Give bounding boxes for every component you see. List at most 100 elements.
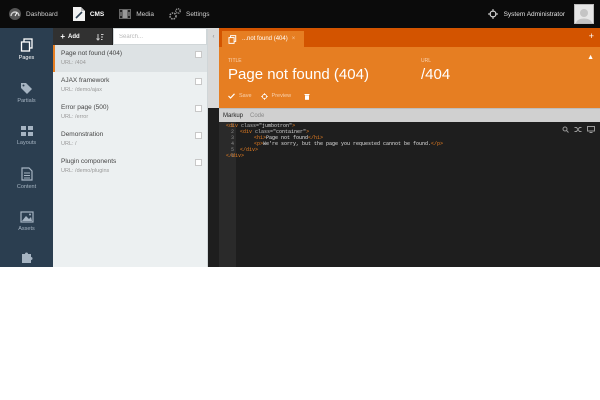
- preview-button[interactable]: Preview: [260, 92, 292, 100]
- nav-media[interactable]: Media: [118, 8, 154, 20]
- editor-tools: [557, 126, 595, 133]
- nav-media-label: Media: [136, 10, 154, 18]
- code-line: </div>: [226, 153, 245, 159]
- backend-app: Dashboard CMS Media Settings System Admi…: [0, 0, 600, 267]
- list-item[interactable]: Page not found (404) URL: /404: [53, 45, 207, 72]
- chevron-left-icon: ‹: [212, 34, 215, 40]
- code-line: <p>We're sorry, but the page you request…: [254, 141, 444, 147]
- page-title: AJAX framework: [61, 77, 110, 84]
- gear-icon: [168, 7, 182, 21]
- page-title: Page not found (404): [61, 50, 123, 57]
- list-toolbar: + Add: [53, 28, 207, 45]
- sidebar-item-assets[interactable]: Assets: [0, 200, 53, 243]
- page-actions: Save Preview: [219, 90, 314, 102]
- dashboard-icon: [8, 7, 22, 21]
- code-tabs: Markup Code: [219, 108, 600, 122]
- sort-button[interactable]: [87, 28, 113, 45]
- plus-icon: +: [60, 32, 65, 41]
- sidebar-item-label: Pages: [18, 55, 35, 61]
- page-title: Demonstration: [61, 131, 104, 138]
- close-tab-button[interactable]: ×: [292, 36, 296, 42]
- sort-icon: [95, 33, 104, 41]
- list-item[interactable]: Demonstration URL: /: [53, 126, 207, 153]
- media-icon: [118, 8, 132, 20]
- search-input[interactable]: [119, 33, 199, 40]
- preview-label: Preview: [271, 93, 292, 99]
- user-name[interactable]: System Administrator: [504, 11, 565, 18]
- page-list-panel: + Add Page not found (404) URL: /404 AJA…: [53, 28, 208, 267]
- sidebar-item-label: Assets: [18, 226, 35, 232]
- save-label: Save: [239, 93, 252, 99]
- layouts-icon: [20, 125, 34, 137]
- nav-cms[interactable]: CMS: [72, 6, 104, 22]
- crosshair-icon[interactable]: [487, 9, 498, 19]
- select-checkbox[interactable]: [195, 78, 202, 85]
- page-url: URL: /404: [61, 60, 86, 66]
- title-value[interactable]: Page not found (404): [228, 66, 369, 83]
- search-box: [113, 28, 207, 45]
- select-checkbox[interactable]: [195, 51, 202, 58]
- collapse-list-button[interactable]: ‹: [208, 28, 219, 108]
- crosshair-icon: [260, 92, 268, 100]
- url-label: URL: [421, 58, 432, 64]
- add-page-button[interactable]: + Add: [53, 28, 87, 45]
- select-checkbox[interactable]: [195, 132, 202, 139]
- image-icon: [19, 211, 34, 223]
- pages-icon: [20, 38, 34, 52]
- sidebar-item-layouts[interactable]: Layouts: [0, 114, 53, 157]
- editor-tabs: ...not found (404) × +: [219, 28, 600, 47]
- page-url: URL: /error: [61, 114, 89, 120]
- pages-icon: [228, 34, 237, 44]
- file-text-icon: [20, 167, 33, 181]
- sidebar-item-components[interactable]: [0, 243, 53, 267]
- list-item[interactable]: Error page (500) URL: /error: [53, 99, 207, 126]
- monitor-icon[interactable]: [587, 126, 595, 133]
- cms-icon: [72, 6, 86, 22]
- tags-icon: [20, 82, 34, 95]
- user-area: System Administrator: [487, 0, 594, 28]
- shuffle-icon[interactable]: [574, 126, 582, 133]
- tab-page-not-found[interactable]: ...not found (404) ×: [222, 31, 304, 47]
- sidebar: Pages Partials Layouts Content Assets: [0, 28, 53, 267]
- nav-settings[interactable]: Settings: [168, 7, 210, 21]
- sidebar-item-label: Content: [16, 184, 37, 190]
- puzzle-icon: [20, 251, 34, 265]
- main-nav: Dashboard CMS Media Settings: [8, 0, 223, 28]
- nav-dashboard-label: Dashboard: [26, 10, 58, 18]
- top-bar: Dashboard CMS Media Settings System Admi…: [0, 0, 600, 28]
- editor-panel: ‹ ...not found (404) × + TITLE Page not …: [208, 28, 600, 267]
- page-title: Error page (500): [61, 104, 109, 111]
- list-item[interactable]: Plugin components URL: /demo/plugins: [53, 153, 207, 180]
- add-label: Add: [68, 33, 80, 40]
- save-button[interactable]: Save: [228, 93, 252, 99]
- select-checkbox[interactable]: [195, 159, 202, 166]
- add-tab-button[interactable]: +: [589, 31, 594, 41]
- tab-code[interactable]: Code: [250, 109, 264, 123]
- page-title: Plugin components: [61, 158, 117, 165]
- list-item[interactable]: AJAX framework URL: /demo/ajax: [53, 72, 207, 99]
- sidebar-item-content[interactable]: Content: [0, 157, 53, 200]
- code-editor[interactable]: 1 2 3 4 5 6 <div class="jumbotron"> <div…: [219, 122, 600, 267]
- sidebar-item-label: Layouts: [16, 140, 37, 146]
- page-url: URL: /: [61, 141, 77, 147]
- line-gutter: 1 2 3 4 5 6: [219, 122, 236, 267]
- select-checkbox[interactable]: [195, 105, 202, 112]
- search-icon[interactable]: [562, 126, 569, 133]
- nav-cms-label: CMS: [89, 10, 105, 18]
- trash-icon: [304, 93, 310, 100]
- sidebar-item-partials[interactable]: Partials: [0, 71, 53, 114]
- sidebar-item-label: Partials: [17, 97, 36, 104]
- page-url: URL: /demo/ajax: [61, 87, 102, 93]
- nav-settings-label: Settings: [185, 10, 210, 18]
- nav-dashboard[interactable]: Dashboard: [8, 7, 58, 21]
- check-icon: [228, 93, 235, 99]
- page-url: URL: /demo/plugins: [61, 168, 110, 174]
- title-label: TITLE: [228, 58, 242, 64]
- sidebar-item-pages[interactable]: Pages: [0, 28, 53, 71]
- avatar[interactable]: [574, 4, 594, 24]
- tab-markup[interactable]: Markup: [223, 109, 243, 123]
- page-settings-header: ...not found (404) × + TITLE Page not fo…: [219, 28, 600, 108]
- url-value[interactable]: /404: [421, 66, 450, 83]
- delete-button[interactable]: [304, 93, 314, 100]
- chevron-up-icon[interactable]: ▲: [587, 54, 594, 61]
